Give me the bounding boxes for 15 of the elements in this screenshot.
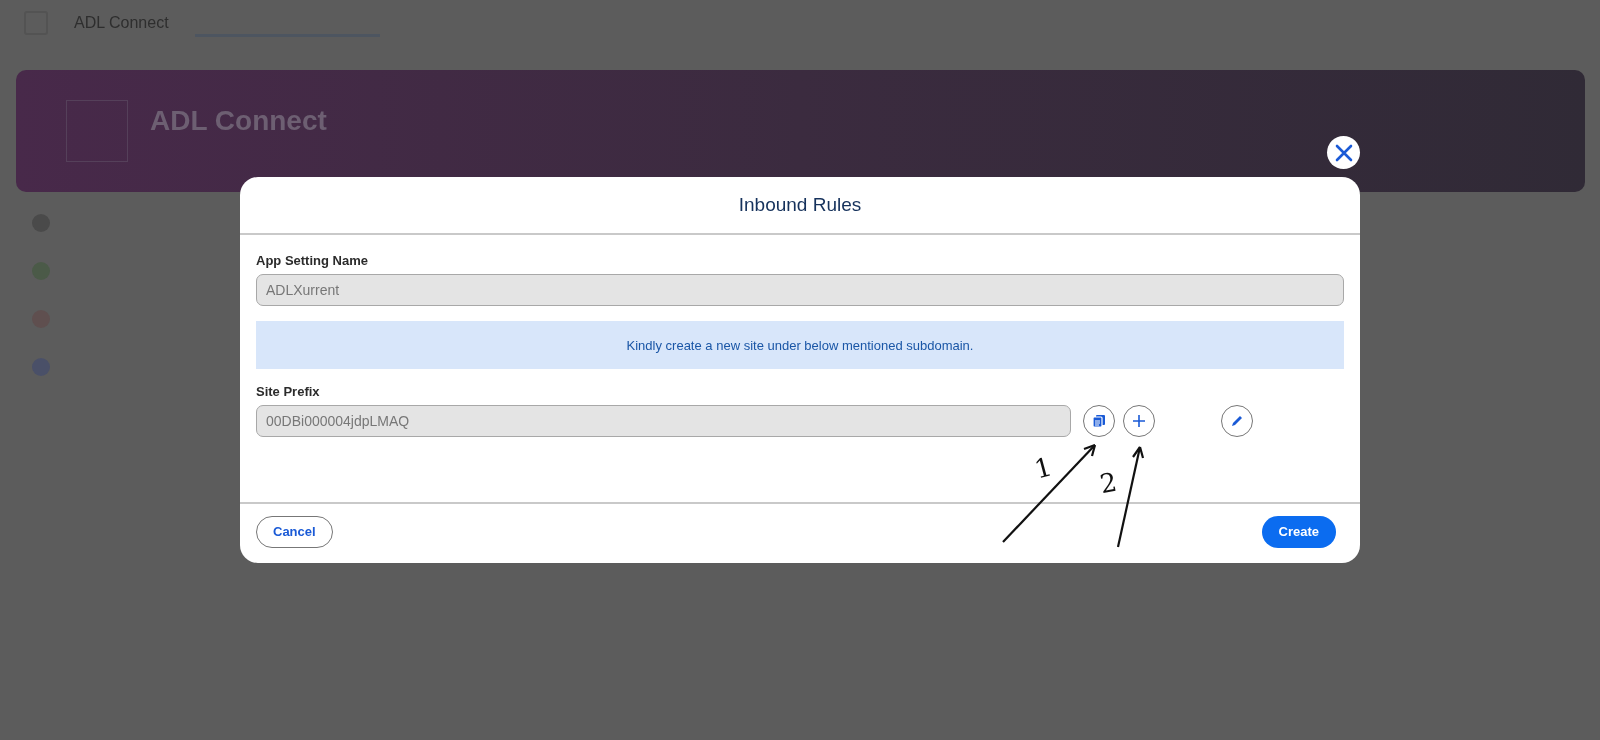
- create-button[interactable]: Create: [1261, 515, 1336, 548]
- copy-icon: [1092, 414, 1106, 428]
- plus-icon: [1132, 414, 1146, 428]
- add-button[interactable]: [1123, 405, 1155, 437]
- edit-button[interactable]: [1221, 405, 1253, 437]
- field-label: App Setting Name: [256, 253, 369, 268]
- close-icon: [1333, 142, 1354, 163]
- cancel-button[interactable]: Cancel: [256, 515, 333, 548]
- pencil-icon: [1230, 414, 1244, 428]
- field-label: Site Prefix: [256, 384, 321, 399]
- annotation-number: 2: [1097, 468, 1119, 498]
- annotation-number: 1: [1031, 453, 1055, 483]
- copy-button[interactable]: [1083, 405, 1115, 437]
- info-text: Kindly create a new site under below mentioned subdomain.: [626, 337, 974, 353]
- modal-title: Inbound Rules: [738, 194, 862, 216]
